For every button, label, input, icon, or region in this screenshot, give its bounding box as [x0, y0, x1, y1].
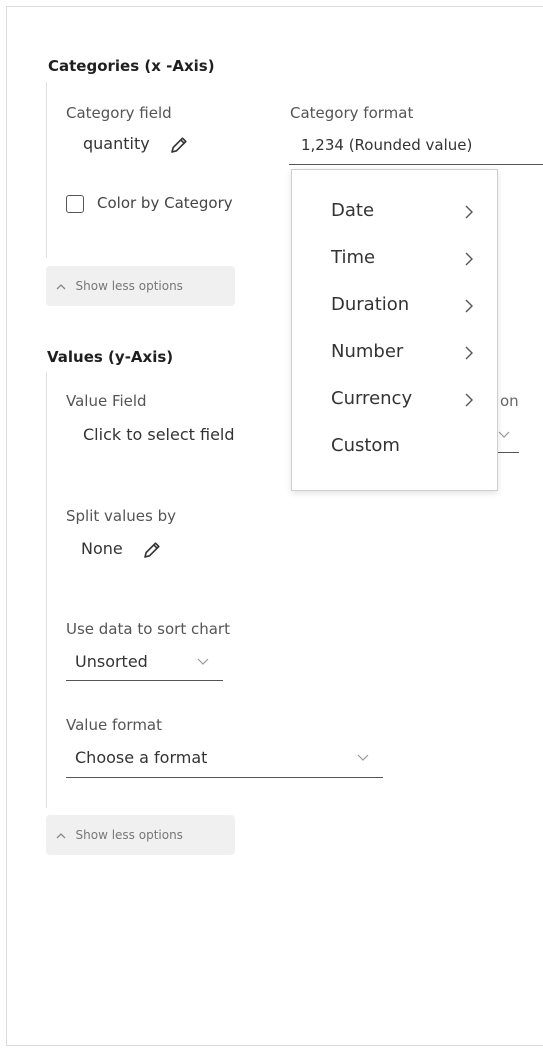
chart-settings-panel	[6, 6, 543, 1046]
aggregation-underline	[497, 452, 519, 453]
menu-item-label: Date	[331, 200, 375, 221]
chevron-right-icon	[465, 346, 473, 360]
menu-item-custom[interactable]: Custom	[292, 425, 497, 472]
pencil-icon[interactable]	[169, 135, 189, 155]
chevron-down-icon[interactable]	[497, 429, 511, 439]
chevron-down-icon[interactable]	[196, 656, 210, 666]
value-format-select[interactable]: Choose a format	[75, 748, 207, 767]
chevron-down-icon[interactable]	[356, 752, 370, 762]
split-values-text: None	[81, 539, 123, 558]
menu-item-label: Time	[331, 247, 376, 268]
chevron-right-icon	[465, 205, 473, 219]
color-by-category-label: Color by Category	[97, 194, 233, 212]
values-section-title: Values (y-Axis)	[47, 348, 174, 366]
menu-item-label: Duration	[331, 294, 410, 315]
show-less-options-button[interactable]: Show less options	[46, 266, 235, 306]
sort-chart-underline	[66, 680, 223, 681]
menu-item-time[interactable]: Time	[292, 237, 497, 284]
pencil-icon[interactable]	[142, 540, 162, 560]
chevron-right-icon	[465, 299, 473, 313]
color-by-category-checkbox[interactable]	[66, 195, 84, 213]
menu-item-label: Currency	[331, 388, 413, 409]
category-field-value[interactable]: quantity	[83, 134, 189, 155]
value-field-select[interactable]: Click to select field	[83, 425, 235, 444]
show-less-label: Show less options	[75, 279, 183, 293]
category-format-underline	[289, 164, 543, 165]
menu-item-label: Number	[331, 341, 404, 362]
menu-item-number[interactable]: Number	[292, 331, 497, 378]
chevron-right-icon	[465, 252, 473, 266]
menu-item-label: Custom	[331, 435, 400, 456]
sort-chart-label: Use data to sort chart	[66, 620, 230, 638]
category-format-label: Category format	[290, 104, 414, 122]
value-field-label: Value Field	[66, 392, 147, 410]
sort-chart-select[interactable]: Unsorted	[75, 652, 148, 671]
aggregation-label-partial: on	[500, 392, 519, 410]
chevron-up-icon	[56, 829, 70, 842]
show-less-label: Show less options	[75, 828, 183, 842]
categories-section-title: Categories (x -Axis)	[48, 57, 215, 75]
category-field-label: Category field	[66, 104, 172, 122]
value-format-label: Value format	[66, 716, 163, 734]
chevron-up-icon	[56, 280, 70, 293]
menu-item-date[interactable]: Date	[292, 190, 497, 237]
split-values-value[interactable]: None	[81, 539, 162, 560]
menu-item-duration[interactable]: Duration	[292, 284, 497, 331]
menu-item-currency[interactable]: Currency	[292, 378, 497, 425]
split-values-label: Split values by	[66, 507, 176, 525]
chevron-right-icon	[465, 393, 473, 407]
category-format-select[interactable]: 1,234 (Rounded value)	[301, 136, 472, 154]
category-field-text: quantity	[83, 134, 150, 153]
value-format-underline	[66, 777, 383, 778]
category-format-menu: Date Time Duration Number Currency Custo…	[291, 169, 498, 491]
show-less-options-button[interactable]: Show less options	[46, 815, 235, 855]
values-section-rule	[46, 372, 47, 808]
categories-section-rule	[46, 82, 47, 258]
